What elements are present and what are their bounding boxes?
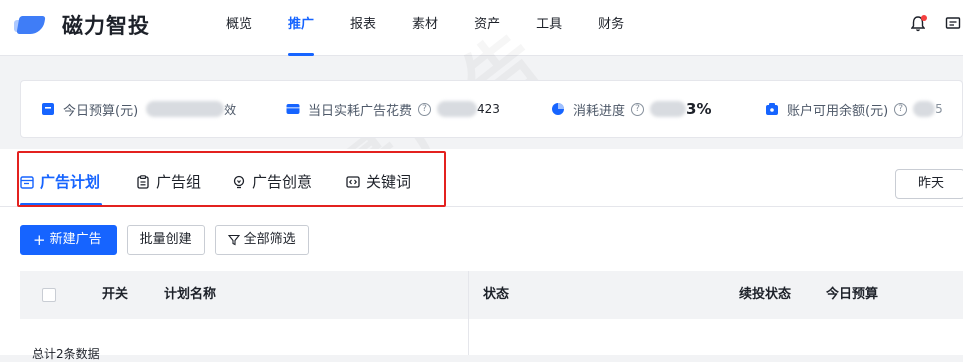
nav-item-overview[interactable]: 概览: [226, 0, 252, 56]
help-icon[interactable]: ?: [894, 102, 908, 116]
top-navigation-bar: 磁力智投 概览 推广 报表 素材 资产 工具 财务: [0, 0, 963, 56]
message-icon[interactable]: [945, 16, 961, 34]
nav-item-reports[interactable]: 报表: [350, 0, 376, 56]
all-filter-button-label: 全部筛选: [243, 232, 296, 247]
main-nav: 概览 推广 报表 素材 资产 工具 财务: [226, 0, 660, 56]
help-icon[interactable]: ?: [631, 102, 645, 116]
ad-level-tabs: 广告计划 广告组 广告创意 关键词 昨天: [0, 149, 963, 207]
stat-spend: 当日实耗广告花费 ? 423: [286, 81, 500, 137]
stat-today-budget-label: 今日预算(元): [63, 103, 139, 119]
top-right-icons: [911, 15, 963, 34]
table-summary: 总计2条数据: [32, 347, 100, 361]
stat-progress-label: 消耗进度: [573, 103, 626, 119]
stat-progress-value: 3%: [686, 100, 712, 118]
header-plan-name[interactable]: 计划名称: [164, 271, 216, 319]
blurred-value: [913, 101, 936, 117]
date-filter-button[interactable]: 昨天: [895, 169, 963, 199]
action-toolbar: + 新建广告 批量创建 全部筛选: [20, 225, 319, 255]
table-header: 开关 计划名称 状态 续投状态 今日预算: [20, 271, 963, 355]
stat-balance: 账户可用余额(元) ? 5: [765, 81, 943, 137]
wallet-icon: [286, 104, 300, 114]
blurred-value: [437, 101, 478, 117]
balance-icon: [766, 103, 778, 115]
nav-item-finance[interactable]: 财务: [598, 0, 624, 56]
main-content: 巨量广告 今日预算(元) 效 当日实耗广告花费 ? 423 消耗进度 ? 3% …: [0, 57, 963, 361]
notification-dot: [921, 15, 927, 21]
stat-balance-value: 5: [935, 102, 943, 116]
batch-create-button[interactable]: 批量创建: [126, 225, 205, 255]
stat-today-budget-value: 效: [224, 102, 237, 117]
column-divider: [468, 271, 469, 355]
blurred-value: [650, 101, 687, 117]
header-status[interactable]: 状态: [483, 271, 509, 319]
notification-bell-icon[interactable]: [911, 15, 927, 34]
pie-icon: [552, 103, 564, 115]
campaign-panel: 广告计划 广告组 广告创意 关键词 昨天 + 新建广告 批量创建 全部筛选 开关…: [0, 149, 963, 361]
logo-mark-icon: [12, 14, 56, 36]
stat-progress: 消耗进度 ? 3%: [551, 81, 711, 137]
stat-today-budget: 今日预算(元) 效: [41, 81, 236, 137]
stats-bar: 今日预算(元) 效 当日实耗广告花费 ? 423 消耗进度 ? 3% 账户可用余…: [20, 80, 963, 138]
stat-balance-label: 账户可用余额(元): [787, 103, 889, 119]
app-name: 磁力智投: [62, 14, 150, 38]
annotation-highlight-box: [17, 151, 446, 207]
select-all-checkbox[interactable]: [42, 288, 56, 302]
app-logo[interactable]: 磁力智投: [12, 10, 150, 40]
stat-spend-value: 423: [477, 102, 500, 116]
nav-item-promotion[interactable]: 推广: [288, 0, 315, 56]
new-ad-button-label: 新建广告: [49, 232, 102, 247]
new-ad-button[interactable]: + 新建广告: [20, 225, 117, 255]
nav-item-materials[interactable]: 素材: [412, 0, 438, 56]
plus-icon: +: [33, 231, 46, 249]
nav-item-tools[interactable]: 工具: [536, 0, 562, 56]
all-filter-button[interactable]: 全部筛选: [214, 225, 309, 255]
stat-spend-label: 当日实耗广告花费: [308, 103, 413, 119]
budget-icon: [42, 103, 54, 115]
blurred-value: [146, 101, 225, 117]
header-switch[interactable]: 开关: [102, 271, 128, 319]
help-icon[interactable]: ?: [418, 102, 432, 116]
nav-item-assets[interactable]: 资产: [474, 0, 500, 56]
header-today-budget[interactable]: 今日预算: [826, 271, 878, 319]
filter-icon: [227, 234, 240, 246]
header-continue-status[interactable]: 续投状态: [739, 271, 791, 319]
